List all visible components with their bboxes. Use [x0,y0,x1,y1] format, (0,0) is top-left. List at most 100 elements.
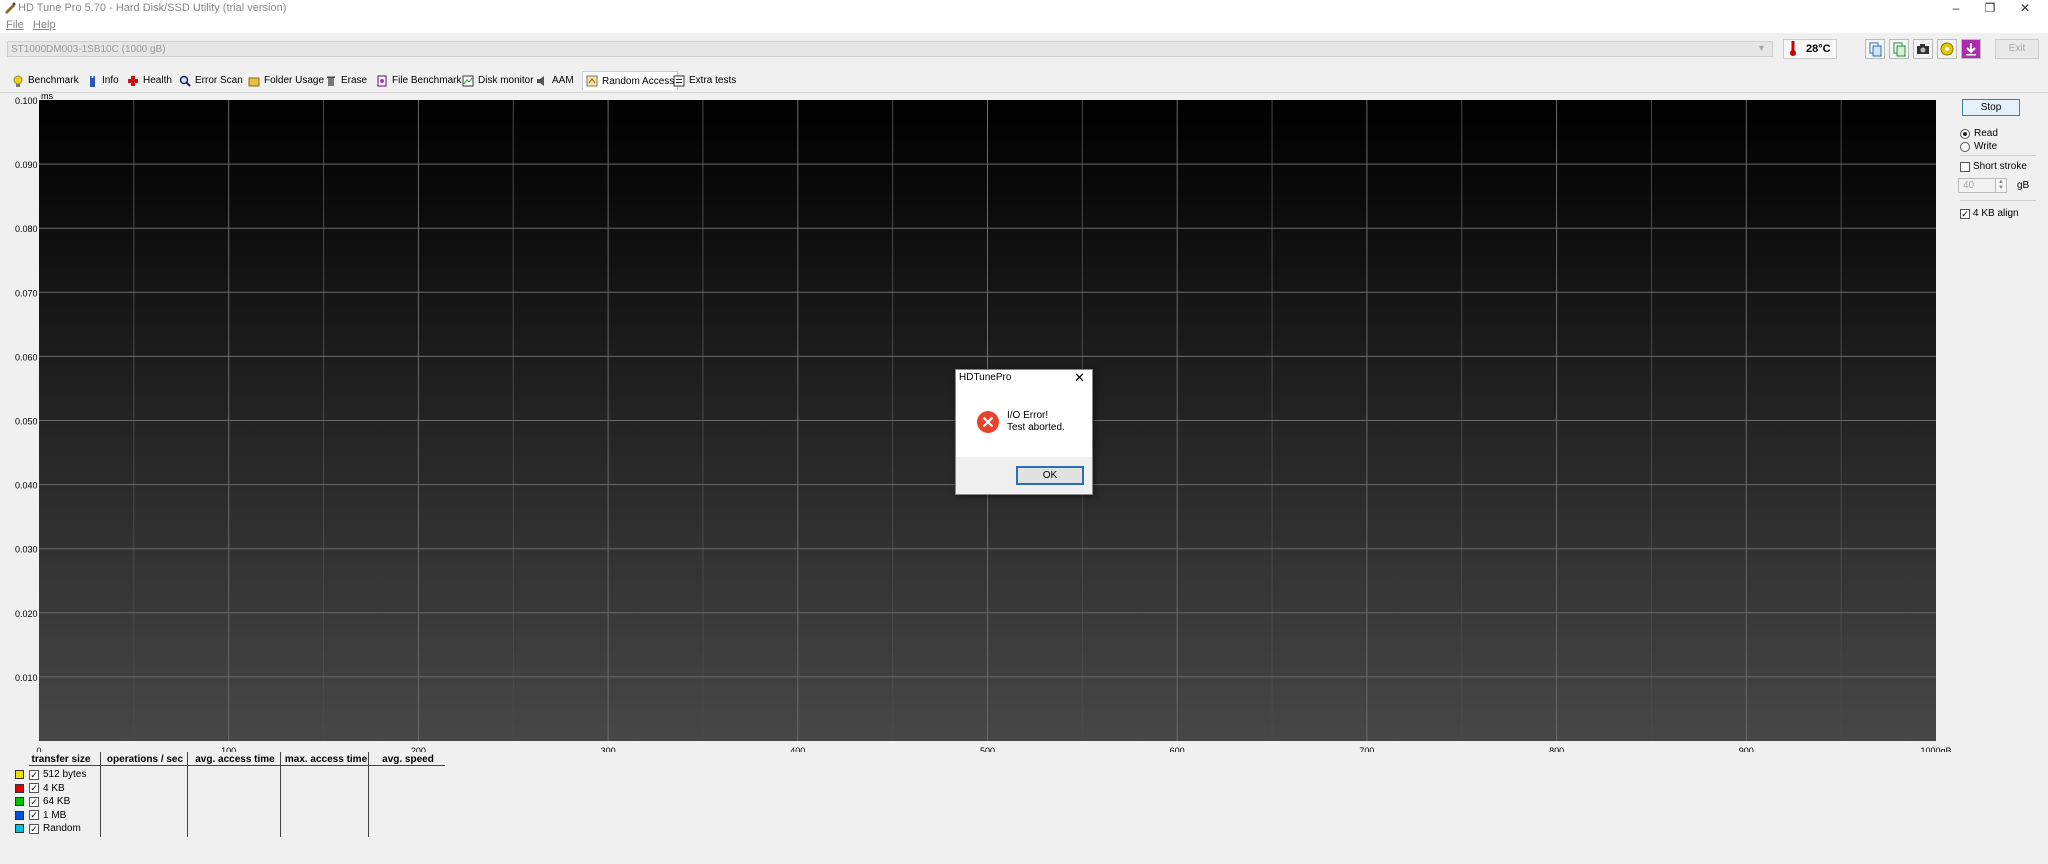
y-tick-label: 0.020 [15,609,38,619]
short-stroke-input[interactable]: 40 [1958,178,1998,193]
y-tick-label: 0.050 [15,417,38,427]
thermometer-icon [1790,41,1796,56]
short-stroke-unit: gB [2017,180,2030,191]
tab-info[interactable]: Info [86,71,119,90]
tab-error-scan[interactable]: Error Scan [179,71,243,90]
tab-erase[interactable]: Erase [325,71,367,90]
write-radio[interactable] [1960,142,1970,152]
copy-info-button[interactable] [1865,39,1885,59]
title-bar [0,0,2048,17]
tab-label: Disk monitor [478,75,534,86]
tab-random-access[interactable]: Random Access [582,71,679,90]
series-checkbox[interactable]: ✓ [29,823,39,834]
x-tick-label: 800 [1549,746,1564,752]
column-divider [187,752,188,837]
table-row: ✓ 4 KB [15,782,65,795]
monitor-chart-icon [462,75,474,86]
dialog-message-line2: Test aborted. [1007,422,1065,433]
menu-help[interactable]: Help [33,19,56,31]
read-radio[interactable] [1960,129,1970,139]
series-color-swatch [15,783,24,793]
error-icon [977,411,999,433]
transfer-size-label: 4 KB [43,782,65,794]
dialog-close-button[interactable]: ✕ [1074,370,1085,386]
window-title: HD Tune Pro 5.70 - Hard Disk/SSD Utility… [18,2,287,14]
x-tick-label: 200 [411,746,426,752]
series-checkbox[interactable]: ✓ [29,769,39,780]
exit-button[interactable]: Exit [1995,39,2039,59]
table-header-divider [29,765,445,766]
x-tick-label: 900 [1739,746,1754,752]
tab-label: Erase [341,75,368,86]
series-color-swatch [15,797,24,806]
col-header-max-access: max. access time [284,754,368,765]
tab-health[interactable]: Health [127,71,172,90]
options-button[interactable] [1937,39,1957,59]
temperature-value: 28°C [1806,43,1831,55]
align-4kb-label: 4 KB align [1973,208,2019,219]
column-divider [280,752,281,837]
tab-file-benchmark[interactable]: File Benchmark [376,71,461,90]
download-icon [1966,43,1976,56]
stop-button[interactable]: Stop [1962,99,2020,116]
col-header-transfer-size: transfer size [31,754,91,765]
menu-file[interactable]: File [6,19,24,31]
x-tick-label: 1000gB [1920,746,1951,752]
dialog-message-line1: I/O Error! [1007,410,1049,421]
column-divider [100,752,101,837]
tab-benchmark[interactable]: Benchmark [12,71,79,90]
transfer-size-label: Random [43,823,81,834]
chevron-down-icon[interactable]: ▼ [1757,43,1766,53]
x-tick-label: 500 [980,746,995,752]
health-cross-icon [128,75,138,86]
magnifier-icon [179,75,191,87]
tab-folder-usage[interactable]: Folder Usage [248,71,324,90]
col-header-avg-access: avg. access time [195,754,275,765]
x-tick-label: 0 [36,746,41,752]
minimize-button[interactable]: – [1939,0,1973,17]
random-access-icon [586,75,598,87]
x-tick-label: 700 [1359,746,1374,752]
series-checkbox[interactable]: ✓ [29,796,39,807]
extra-tests-icon [673,75,685,86]
tab-label: AAM [552,75,574,86]
drive-select[interactable]: ST1000DM003-1SB10C (1000 gB) [7,41,1773,57]
y-tick-label: 0.080 [15,224,38,234]
transfer-size-label: 512 bytes [43,769,87,780]
tab-label: Random Access [602,75,675,87]
tab-extra-tests[interactable]: Extra tests [673,71,736,90]
divider [1960,155,2036,156]
tab-label: Error Scan [195,75,243,86]
series-color-swatch [15,824,24,833]
y-tick-label: 0.030 [15,545,38,555]
tab-label: Info [102,75,119,86]
x-tick-label: 300 [601,746,616,752]
series-checkbox[interactable]: ✓ [29,810,39,820]
column-divider [368,752,369,837]
transfer-size-label: 64 KB [43,796,71,807]
short-stroke-stepper[interactable]: ▲ ▼ [1995,178,2007,193]
tab-disk-monitor[interactable]: Disk monitor [462,71,534,90]
series-color-swatch [15,810,24,820]
ok-button[interactable]: OK [1016,466,1084,485]
save-button[interactable] [1961,39,1981,59]
short-stroke-checkbox[interactable] [1960,162,1970,172]
lightbulb-icon [13,75,23,87]
series-checkbox[interactable]: ✓ [29,783,39,793]
copy-all-button[interactable] [1889,39,1909,59]
restore-button[interactable]: ❐ [1973,0,2007,17]
tab-aam[interactable]: AAM [536,71,574,90]
y-tick-label: 0.060 [15,352,38,362]
app-icon [5,2,16,14]
menu-bar [0,17,2048,33]
align-4kb-checkbox[interactable]: ✓ [1960,209,1970,219]
screenshot-button[interactable] [1913,39,1933,59]
col-header-avg-speed: avg. speed [382,754,434,765]
table-row: ✓ 512 bytes [15,768,86,781]
speaker-icon [537,75,544,86]
tab-label: Extra tests [689,75,737,86]
close-button[interactable]: ✕ [2008,0,2042,17]
tab-label: Benchmark [28,75,79,86]
tab-label: File Benchmark [392,75,462,86]
y-tick-label: 0.090 [15,160,38,170]
